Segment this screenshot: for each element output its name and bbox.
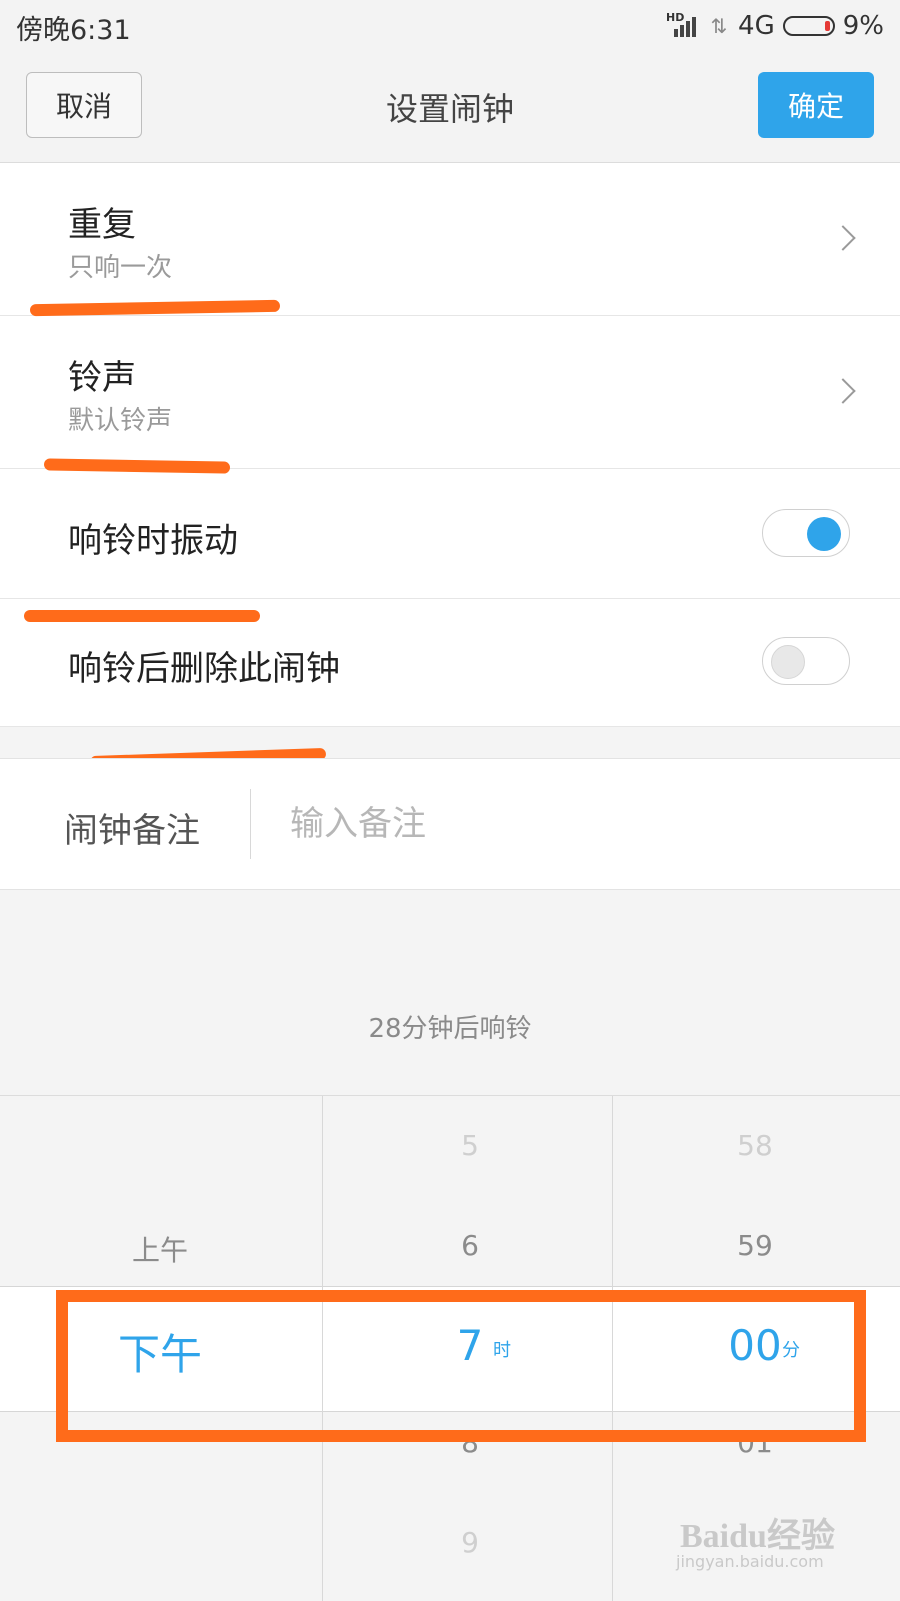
- signal-icon: HD: [666, 11, 700, 39]
- note-label: 闹钟备注: [64, 811, 200, 851]
- hour-option[interactable]: 5: [420, 1129, 520, 1162]
- annotation-underline: [24, 610, 260, 622]
- repeat-label: 重复: [68, 205, 136, 245]
- battery-icon: [782, 16, 835, 36]
- confirm-button[interactable]: 确定: [758, 72, 874, 138]
- minute-option[interactable]: 58: [705, 1129, 805, 1162]
- ringtone-label: 铃声: [68, 358, 136, 398]
- status-bar: 傍晚6:31 HD ⇅ 4G 9%: [0, 0, 900, 52]
- vibrate-toggle[interactable]: [762, 509, 850, 557]
- battery-percent: 9%: [842, 11, 884, 41]
- vibrate-label: 响铃时振动: [68, 521, 238, 561]
- ring-countdown-hint: 28分钟后响铃: [368, 1014, 532, 1044]
- network-type: 4G: [738, 11, 775, 41]
- status-time: 傍晚6:31: [16, 15, 131, 46]
- settings-list: 重复 只响一次 铃声 默认铃声 响铃时振动 响铃后删除此闹钟: [0, 163, 900, 727]
- repeat-row[interactable]: 重复 只响一次: [0, 163, 900, 316]
- chevron-right-icon: [830, 225, 856, 251]
- status-icons: HD ⇅ 4G 9%: [666, 8, 884, 44]
- vibrate-row: 响铃时振动: [0, 469, 900, 599]
- note-row: 闹钟备注: [0, 758, 900, 890]
- ampm-option[interactable]: 上午: [100, 1229, 220, 1269]
- ringtone-row[interactable]: 铃声 默认铃声: [0, 316, 900, 469]
- title-bar: 取消 设置闹钟 确定: [0, 52, 900, 163]
- hour-option[interactable]: 6: [420, 1229, 520, 1262]
- baidu-watermark: Baidu经验: [680, 1518, 835, 1555]
- minute-option[interactable]: 59: [705, 1229, 805, 1262]
- hd-label: HD: [666, 11, 685, 24]
- repeat-value: 只响一次: [68, 253, 173, 283]
- delete-after-toggle[interactable]: [762, 637, 850, 685]
- delete-after-label: 响铃后删除此闹钟: [68, 649, 340, 689]
- note-divider: [250, 789, 251, 859]
- ringtone-value: 默认铃声: [68, 406, 173, 436]
- watermark-url: jingyan.baidu.com: [676, 1552, 824, 1571]
- hour-option[interactable]: 9: [420, 1526, 520, 1559]
- chevron-right-icon: [830, 378, 856, 404]
- annotation-highlight-box: [56, 1290, 866, 1442]
- note-input[interactable]: [288, 797, 852, 851]
- data-arrows-icon: ⇅: [710, 14, 728, 38]
